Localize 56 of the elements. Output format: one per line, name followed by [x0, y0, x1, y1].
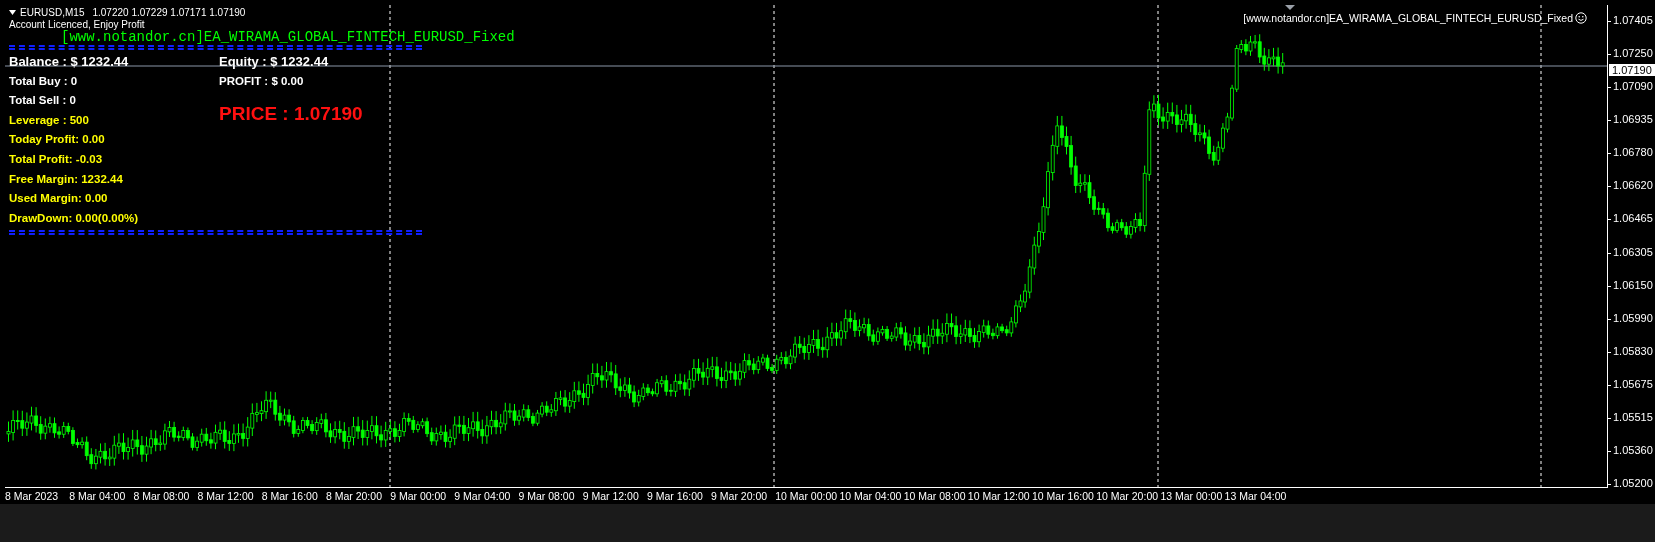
price-tick: 1.06620	[1613, 179, 1653, 192]
price-tick: 1.05675	[1613, 377, 1653, 390]
price-tick: 1.05830	[1613, 344, 1653, 357]
time-tick: 10 Mar 20:00	[1096, 490, 1160, 502]
time-tick: 9 Mar 08:00	[518, 490, 576, 502]
price-tick: 1.06150	[1613, 278, 1653, 291]
time-tick: 8 Mar 20:00	[325, 490, 383, 502]
price-tick: 1.05200	[1613, 477, 1653, 489]
collapse-triangle-icon[interactable]	[9, 10, 16, 15]
price-tick: 1.05515	[1613, 410, 1653, 423]
account-stat: Total Buy : 0	[9, 73, 79, 89]
time-tick: 13 Mar 04:00	[1224, 490, 1288, 502]
time-tick: 8 Mar 08:00	[133, 490, 191, 502]
time-tick: 8 Mar 2023	[5, 490, 60, 502]
price-tick: 1.06305	[1613, 245, 1653, 258]
time-tick: 10 Mar 12:00	[967, 490, 1031, 502]
shift-marker-icon[interactable]	[1285, 5, 1295, 10]
account-stat: Leverage : 500	[9, 112, 90, 128]
price-tick: 1.06935	[1613, 113, 1653, 126]
account-stat: Total Sell : 0	[9, 93, 77, 109]
time-tick: 9 Mar 16:00	[646, 490, 704, 502]
account-stat: Equity : $ 1232.44	[219, 53, 330, 71]
account-stat: Total Profit: -0.03	[9, 151, 104, 167]
ohlc-values: 1.07220 1.07229 1.07171 1.07190	[92, 7, 246, 18]
time-tick: 10 Mar 16:00	[1032, 490, 1095, 502]
price-tick: 1.07405	[1613, 14, 1653, 26]
account-stat: DrawDown: 0.00(0.00%)	[9, 210, 140, 226]
account-stat: PROFIT : $ 0.00	[219, 73, 305, 89]
time-tick: 9 Mar 00:00	[390, 490, 448, 502]
time-tick: 9 Mar 20:00	[711, 490, 769, 502]
time-tick: 8 Mar 04:00	[69, 490, 127, 502]
time-tick: 9 Mar 12:00	[582, 490, 640, 502]
license-notice: Account Licenced, Enjoy Profit	[9, 19, 145, 30]
account-stat: Free Margin: 1232.44	[9, 171, 124, 187]
account-stat: Balance : $ 1232.44	[9, 53, 130, 71]
price-readout: PRICE : 1.07190	[219, 103, 364, 126]
price-tick: 1.07250	[1613, 47, 1653, 60]
time-tick: 10 Mar 08:00	[903, 490, 967, 502]
price-tick: 1.07090	[1613, 80, 1653, 93]
smiley-icon	[1575, 12, 1587, 24]
current-price-tag: 1.07190	[1609, 64, 1655, 76]
expert-label: [www.notandor.cn]EA_WIRAMA_GLOBAL_FINTECH_EURUSD_Fixed	[1243, 12, 1573, 24]
price-tick: 1.06780	[1613, 146, 1653, 159]
price-tick: 1.05360	[1613, 443, 1653, 456]
account-stat: Today Profit: 0.00	[9, 132, 106, 148]
time-tick: 8 Mar 12:00	[197, 490, 255, 502]
price-tick: 1.05990	[1613, 311, 1653, 324]
time-tick: 13 Mar 00:00	[1160, 490, 1224, 502]
account-stat: Used Margin: 0.00	[9, 191, 109, 207]
ea-title-text: [www.notandor.cn]EA_WIRAMA_GLOBAL_FINTECH_EURUSD_Fixed	[61, 30, 515, 45]
time-tick: 8 Mar 16:00	[261, 490, 319, 502]
time-tick: 10 Mar 00:00	[775, 490, 839, 502]
symbol-label: EURUSD,M15	[20, 7, 85, 18]
price-tick: 1.06465	[1613, 212, 1653, 225]
time-tick: 9 Mar 04:00	[454, 490, 512, 502]
time-tick: 10 Mar 04:00	[839, 490, 903, 502]
